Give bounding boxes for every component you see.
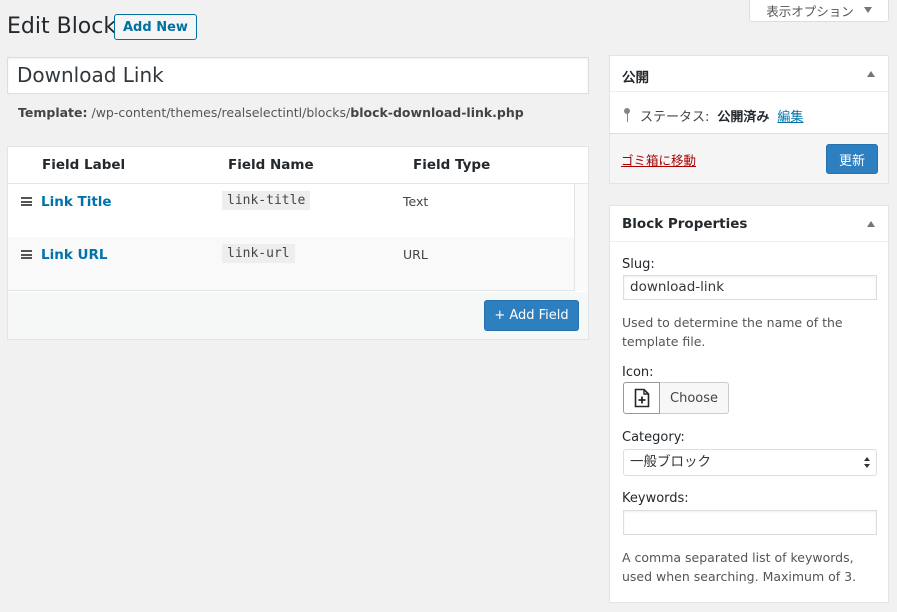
category-selected: 一般ブロック: [630, 454, 711, 470]
block-properties-header[interactable]: Block Properties: [610, 206, 888, 242]
field-name-code: link-title: [222, 191, 311, 210]
collapse-arrow-icon[interactable]: [867, 71, 875, 77]
table-row[interactable]: Link URL link-url URL: [8, 237, 574, 290]
pin-icon: [622, 107, 632, 124]
publish-box-header[interactable]: 公開: [610, 56, 888, 92]
field-label-link[interactable]: Link Title: [41, 194, 112, 210]
template-dir: /wp-content/themes/realselectintl/blocks…: [91, 105, 351, 120]
collapse-arrow-icon[interactable]: [867, 221, 875, 227]
page-title: Edit Block: [7, 14, 117, 39]
table-row[interactable]: Link Title link-title Text: [8, 184, 574, 237]
slug-description: Used to determine the name of the templa…: [622, 315, 843, 349]
block-title-input[interactable]: Download Link: [7, 57, 589, 94]
field-type-text: URL: [403, 247, 428, 262]
fields-header: Field Label Field Name Field Type: [8, 147, 588, 184]
category-label: Category:: [622, 430, 685, 445]
publish-box-title: 公開: [622, 70, 649, 86]
file-add-icon: [634, 388, 649, 408]
icon-preview[interactable]: [623, 382, 660, 414]
keywords-description: A comma separated list of keywords, used…: [622, 550, 857, 584]
icon-chooser: Choose: [623, 382, 729, 414]
drag-handle-icon[interactable]: [21, 197, 32, 206]
status-edit-link[interactable]: 編集: [777, 106, 803, 125]
screen-options-label: 表示オプション: [766, 3, 854, 19]
publish-box: 公開 ステータス: 公開済み 編集 ゴミ箱に移動 更新: [609, 55, 889, 184]
template-path: Template: /wp-content/themes/realselecti…: [18, 105, 524, 120]
column-field-label: Field Label: [42, 157, 126, 173]
status-value: 公開済み: [717, 110, 770, 125]
screen-options-toggle[interactable]: 表示オプション: [749, 0, 889, 22]
fields-scrollbar[interactable]: [574, 184, 588, 291]
slug-input[interactable]: download-link: [623, 275, 877, 300]
select-arrows-icon: [864, 457, 871, 469]
field-name-code: link-url: [222, 244, 295, 263]
drag-handle-icon[interactable]: [21, 250, 32, 259]
fields-list: Link Title link-title Text Link URL link…: [8, 184, 588, 291]
category-select[interactable]: 一般ブロック: [623, 449, 877, 476]
template-label: Template:: [18, 105, 88, 120]
move-to-trash-link[interactable]: ゴミ箱に移動: [621, 150, 696, 169]
block-properties-title: Block Properties: [622, 216, 748, 232]
keywords-input[interactable]: [623, 510, 877, 535]
add-new-button[interactable]: Add New: [114, 14, 197, 40]
update-button[interactable]: 更新: [826, 144, 878, 174]
add-field-button[interactable]: + Add Field: [484, 300, 579, 331]
column-field-name: Field Name: [228, 157, 314, 173]
field-type-text: Text: [403, 194, 429, 209]
keywords-label: Keywords:: [622, 491, 689, 506]
fields-panel: Field Label Field Name Field Type Link T…: [7, 146, 589, 340]
template-file: block-download-link.php: [350, 105, 524, 120]
slug-label: Slug:: [622, 257, 655, 272]
caret-down-icon: [863, 7, 872, 13]
icon-label: Icon:: [622, 365, 654, 380]
block-properties-box: Block Properties Slug: download-link Use…: [609, 205, 889, 603]
publish-actions: ゴミ箱に移動 更新: [610, 133, 888, 183]
column-field-type: Field Type: [413, 157, 491, 173]
status-label: ステータス:: [640, 110, 710, 125]
choose-icon-button[interactable]: Choose: [660, 382, 729, 414]
field-label-link[interactable]: Link URL: [41, 247, 107, 263]
status-line: ステータス: 公開済み 編集: [622, 106, 803, 125]
